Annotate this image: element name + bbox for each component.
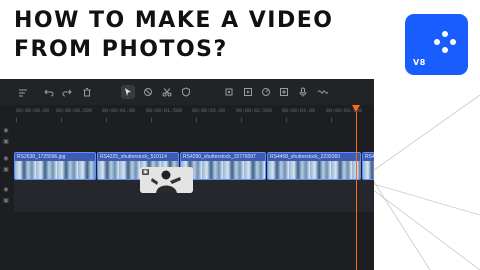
empty-track-area	[14, 180, 374, 212]
lock-icon[interactable]: ▣	[2, 139, 10, 145]
voice-icon[interactable]	[298, 87, 308, 97]
app-logo: V8	[405, 14, 468, 75]
playhead-handle[interactable]	[352, 105, 360, 112]
video-editor-timeline: 00:00:00.00 00:00:00.500 00:00:01.00 00:…	[0, 79, 374, 270]
ruler-label: 00:00:03.00	[282, 108, 316, 114]
lock-icon[interactable]: ▣	[2, 167, 10, 173]
lock-icon[interactable]: ▣	[2, 198, 10, 204]
clip-thumbnails	[363, 161, 374, 179]
scissors-icon[interactable]	[162, 87, 172, 97]
clip-thumbnails	[15, 161, 95, 179]
track-clip[interactable]: RS4458_shutterstock_2239360	[267, 152, 361, 180]
clip-title: RS4458_shutterstock_2239360	[268, 153, 360, 161]
ruler-label: 00:00:00.500	[56, 108, 93, 114]
ruler-label: 00:00:01.00	[102, 108, 136, 114]
four-dots-icon	[434, 31, 456, 53]
ruler-tick	[61, 118, 62, 122]
ruler-label: 00:00:01.500	[146, 108, 183, 114]
track-clip[interactable]: RS4	[362, 152, 374, 180]
clip-thumbnails	[181, 161, 265, 179]
timeline-ruler[interactable]: 00:00:00.00 00:00:00.500 00:00:01.00 00:…	[14, 105, 374, 125]
timeline-toolbar	[0, 79, 374, 105]
media-type-icon: ▣	[142, 169, 149, 175]
dragged-clip-thumbnail[interactable]: ▣	[140, 167, 193, 193]
ruler-label: 00:00:00.00	[16, 108, 50, 114]
ruler-tick	[241, 118, 242, 122]
video-track: RS2638_1725596.jpg RS4225_shutterstock_5…	[14, 152, 374, 180]
reverse-icon[interactable]	[279, 87, 289, 97]
select-pointer-icon[interactable]	[121, 85, 135, 99]
eye-icon[interactable]: ◉	[2, 128, 10, 134]
ruler-tick	[106, 118, 107, 122]
clip-title: RS4	[363, 153, 374, 161]
eye-icon[interactable]: ◉	[2, 156, 10, 162]
clip-title: RS4225_shutterstock_510114	[98, 153, 178, 161]
ruler-tick	[331, 118, 332, 122]
redo-icon[interactable]	[62, 87, 72, 97]
ruler-tick	[196, 118, 197, 122]
link-icon[interactable]	[317, 87, 329, 97]
shield-icon[interactable]	[181, 87, 191, 97]
disable-icon[interactable]	[143, 87, 153, 97]
playhead-line[interactable]	[356, 112, 357, 270]
ruler-tick	[16, 118, 17, 122]
ruler-label: 00:00:02.00	[192, 108, 226, 114]
add-track-icon[interactable]	[18, 87, 28, 97]
logo-badge: V8	[413, 58, 426, 67]
ruler-label: 00:00:02.500	[236, 108, 273, 114]
clip-title: RS4290_shutterstock_15776097	[181, 153, 265, 161]
delete-icon[interactable]	[82, 87, 92, 97]
sticker-icon[interactable]	[243, 87, 253, 97]
eye-icon[interactable]: ◉	[2, 187, 10, 193]
clip-thumbnails	[268, 161, 360, 179]
track-controls: ◉ ▣ ◉ ▣ ◉ ▣	[0, 125, 12, 270]
crop-icon[interactable]	[224, 87, 234, 97]
ruler-tick	[286, 118, 287, 122]
ruler-tick	[151, 118, 152, 122]
clip-title: RS2638_1725596.jpg	[15, 153, 95, 161]
undo-icon[interactable]	[44, 87, 54, 97]
track-clip[interactable]: RS2638_1725596.jpg	[14, 152, 96, 180]
speed-icon[interactable]	[261, 87, 271, 97]
